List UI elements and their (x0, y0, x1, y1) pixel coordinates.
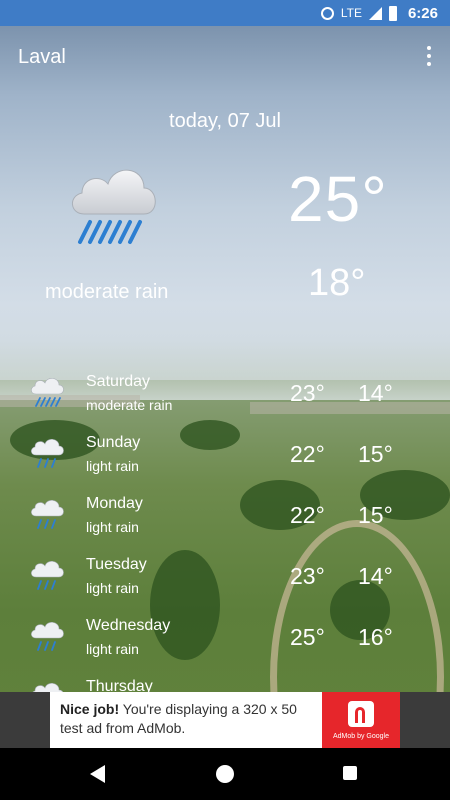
admob-logo: AdMob by Google (322, 692, 400, 748)
overflow-menu-icon[interactable] (426, 46, 432, 66)
cloud-rain-icon (31, 561, 64, 590)
forecast-condition: light rain (86, 519, 139, 535)
forecast-day: Monday (86, 495, 143, 512)
city-title: Laval (18, 46, 66, 68)
ad-banner-container: Nice job! You're displaying a 320 x 50 t… (0, 692, 450, 748)
status-time: 6:26 (407, 4, 438, 22)
forecast-row[interactable]: Sunday light rain 22° 15° (0, 421, 450, 482)
forecast-row[interactable]: Saturday moderate rain 23° 14° (0, 360, 450, 421)
recent-apps-icon[interactable] (343, 766, 357, 780)
back-icon[interactable] (90, 765, 105, 783)
forecast-row[interactable]: Tuesday light rain 23° 14° (0, 543, 450, 604)
forecast-low: 15° (358, 502, 393, 528)
navigation-bar (0, 748, 450, 800)
forecast-day: Saturday (86, 373, 151, 390)
forecast-row[interactable]: Monday light rain 22° 15° (0, 482, 450, 543)
battery-icon (388, 5, 397, 21)
forecast-day: Tuesday (86, 556, 147, 573)
status-bar: LTE 6:26 (0, 0, 450, 26)
forecast-condition: light rain (86, 580, 139, 596)
cloud-rain-icon (31, 378, 64, 407)
data-saver-icon (320, 6, 334, 20)
cloud-rain-icon (31, 439, 64, 468)
ad-banner[interactable]: Nice job! You're displaying a 320 x 50 t… (50, 692, 400, 748)
forecast-day: Sunday (86, 434, 141, 451)
forecast-high: 22° (290, 441, 325, 467)
forecast-low: 14° (358, 563, 393, 589)
app-bar (0, 26, 450, 86)
today-low-temp: 18° (308, 262, 366, 304)
forecast-high: 22° (290, 502, 325, 528)
forecast-high: 25° (290, 624, 325, 650)
today-high-temp: 25° (288, 163, 388, 235)
home-icon[interactable] (216, 765, 234, 783)
forecast-low: 16° (358, 624, 393, 650)
admob-caption: AdMob by Google (332, 733, 390, 740)
network-type: LTE (340, 6, 362, 20)
forecast-condition: moderate rain (86, 397, 173, 413)
cloud-rain-icon (31, 622, 64, 651)
ad-text: Nice job! You're displaying a 320 x 50 t… (60, 700, 320, 738)
admob-icon (348, 701, 374, 727)
forecast-low: 14° (358, 380, 393, 406)
forecast-high: 23° (290, 563, 325, 589)
forecast-high: 23° (290, 380, 325, 406)
forecast-condition: light rain (86, 641, 139, 657)
signal-icon (368, 6, 382, 20)
forecast-low: 15° (358, 441, 393, 467)
ad-headline: Nice job! (60, 701, 120, 717)
forecast-row[interactable]: Wednesday light rain 25° 16° (0, 604, 450, 665)
current-date: today, 07 Jul (169, 110, 281, 132)
today-condition: moderate rain (45, 281, 169, 303)
forecast-condition: light rain (86, 458, 139, 474)
cloud-rain-icon (31, 500, 64, 529)
cloud-rain-icon (72, 169, 156, 244)
forecast-day: Wednesday (86, 617, 171, 634)
